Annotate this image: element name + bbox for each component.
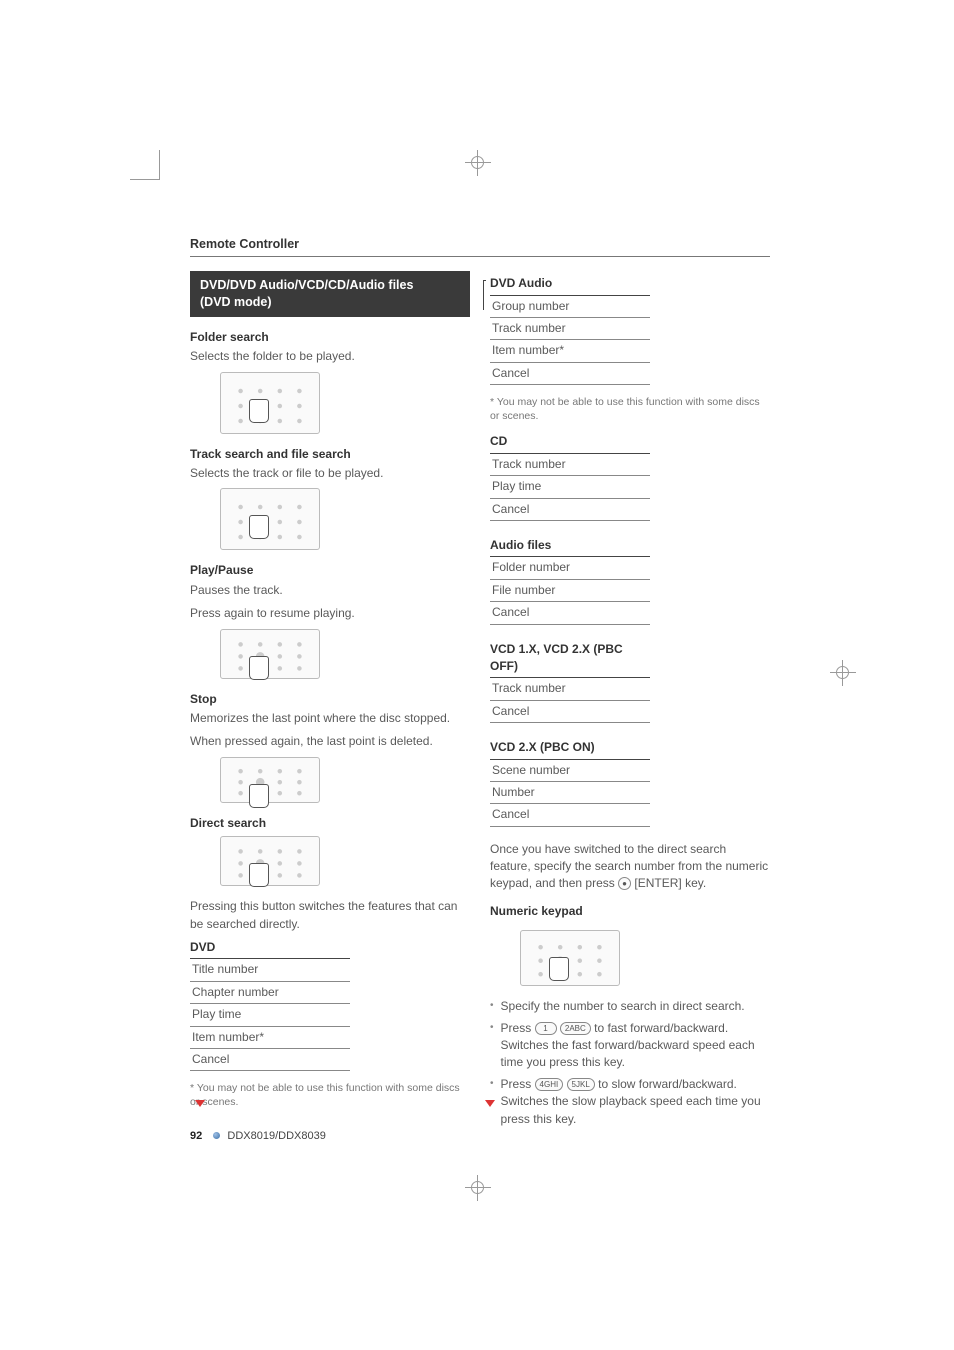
bullet-list: • Specify the number to search in direct…: [490, 998, 770, 1128]
bullet-text: Press 4GHI 5JKL to slow forward/backward…: [501, 1076, 770, 1128]
dvd-table: DVD Title number Chapter number Play tim…: [190, 939, 350, 1071]
folder-search-title: Folder search: [190, 329, 470, 346]
bullet-pre: Press: [501, 1077, 535, 1091]
table-row: Track number: [490, 678, 650, 700]
dvd-audio-footnote: * You may not be able to use this functi…: [490, 395, 770, 423]
bullet-item: • Press 4GHI 5JKL to slow forward/backwa…: [490, 1076, 770, 1128]
page-footer: 92 DDX8019/DDX8039: [190, 1129, 326, 1145]
folder-search-desc: Selects the folder to be played.: [190, 348, 470, 365]
table-row: Scene number: [490, 760, 650, 782]
key-5jkl-icon: 5JKL: [567, 1078, 595, 1091]
table-row: Cancel: [190, 1049, 350, 1071]
table-row: Chapter number: [190, 982, 350, 1004]
vcd2-table: VCD 2.X (PBC ON) Scene number Number Can…: [490, 739, 650, 827]
table-row: Play time: [190, 1004, 350, 1026]
bullet-pre: Press: [501, 1021, 535, 1035]
table-row: Cancel: [490, 363, 650, 385]
table-row: Item number*: [490, 340, 650, 362]
remote-illustration: [220, 629, 320, 679]
bullet-dot-icon: •: [490, 1020, 494, 1072]
table-row: Title number: [190, 959, 350, 981]
table-row: Cancel: [490, 499, 650, 521]
key-4ghi-icon: 4GHI: [535, 1078, 564, 1091]
left-column: DVD/DVD Audio/VCD/CD/Audio files (DVD mo…: [190, 271, 470, 1132]
table-row: Cancel: [490, 602, 650, 624]
play-pause-desc1: Pauses the track.: [190, 582, 470, 599]
page-number: 92: [190, 1130, 202, 1142]
table-row: Cancel: [490, 701, 650, 723]
enter-key-icon: ●: [618, 877, 631, 890]
remote-illustration: [520, 930, 620, 986]
dvd-audio-table: DVD Audio Group number Track number Item…: [490, 275, 650, 385]
cd-table: CD Track number Play time Cancel: [490, 433, 650, 521]
bullet-dot-icon: •: [490, 998, 494, 1015]
table-row: Folder number: [490, 557, 650, 579]
column-separator-mark: [483, 280, 486, 310]
cd-table-head: CD: [490, 433, 650, 453]
page-content: Remote Controller DVD/DVD Audio/VCD/CD/A…: [190, 235, 770, 1132]
remote-illustration: [220, 757, 320, 803]
instr-post: [ENTER] key.: [631, 876, 706, 890]
stop-title: Stop: [190, 691, 470, 708]
red-arrow-icon: [195, 1100, 205, 1107]
stop-desc2: When pressed again, the last point is de…: [190, 733, 470, 750]
direct-search-title: Direct search: [190, 815, 470, 832]
remote-illustration: [220, 488, 320, 550]
footer-dot-icon: [213, 1132, 220, 1139]
dvd-footnote: * You may not be able to use this functi…: [190, 1081, 470, 1109]
table-row: Track number: [490, 318, 650, 340]
stop-desc1: Memorizes the last point where the disc …: [190, 710, 470, 727]
key-2abc-icon: 2ABC: [560, 1022, 591, 1035]
remote-illustration: [220, 836, 320, 886]
red-arrow-icon: [485, 1100, 495, 1107]
table-row: Item number*: [190, 1027, 350, 1049]
right-column: DVD Audio Group number Track number Item…: [490, 271, 770, 1132]
bullet-text: Press 1 2ABC to fast forward/backward. S…: [501, 1020, 770, 1072]
vcd2-table-head: VCD 2.X (PBC ON): [490, 739, 650, 759]
bullet-text: Specify the number to search in direct s…: [501, 998, 770, 1015]
play-pause-title: Play/Pause: [190, 562, 470, 579]
table-row: Track number: [490, 454, 650, 476]
table-row: Number: [490, 782, 650, 804]
footer-model: DDX8019/DDX8039: [227, 1130, 325, 1142]
vcd1-table-head: VCD 1.X, VCD 2.X (PBC OFF): [490, 641, 650, 679]
two-columns: DVD/DVD Audio/VCD/CD/Audio files (DVD mo…: [190, 271, 770, 1132]
table-row: Play time: [490, 476, 650, 498]
numeric-keypad-title: Numeric keypad: [490, 903, 770, 920]
remote-illustration: [220, 372, 320, 434]
track-file-search-desc: Selects the track or file to be played.: [190, 465, 470, 482]
audio-files-table: Audio files Folder number File number Ca…: [490, 537, 650, 625]
mode-title-box: DVD/DVD Audio/VCD/CD/Audio files (DVD mo…: [190, 271, 470, 317]
bullet-item: • Press 1 2ABC to fast forward/backward.…: [490, 1020, 770, 1072]
dvd-audio-table-head: DVD Audio: [490, 275, 650, 295]
section-header: Remote Controller: [190, 235, 770, 257]
play-pause-desc2: Press again to resume playing.: [190, 605, 470, 622]
mode-line1: DVD/DVD Audio/VCD/CD/Audio files: [200, 277, 460, 294]
direct-search-instruction: Once you have switched to the direct sea…: [490, 841, 770, 893]
track-file-search-title: Track search and file search: [190, 446, 470, 463]
mode-line2: (DVD mode): [200, 294, 460, 311]
audio-files-table-head: Audio files: [490, 537, 650, 557]
direct-search-desc: Pressing this button switches the featur…: [190, 898, 470, 933]
key-1-icon: 1: [535, 1022, 557, 1035]
vcd1-table: VCD 1.X, VCD 2.X (PBC OFF) Track number …: [490, 641, 650, 724]
table-row: File number: [490, 580, 650, 602]
dvd-table-head: DVD: [190, 939, 350, 959]
table-row: Group number: [490, 296, 650, 318]
bullet-item: • Specify the number to search in direct…: [490, 998, 770, 1015]
table-row: Cancel: [490, 804, 650, 826]
